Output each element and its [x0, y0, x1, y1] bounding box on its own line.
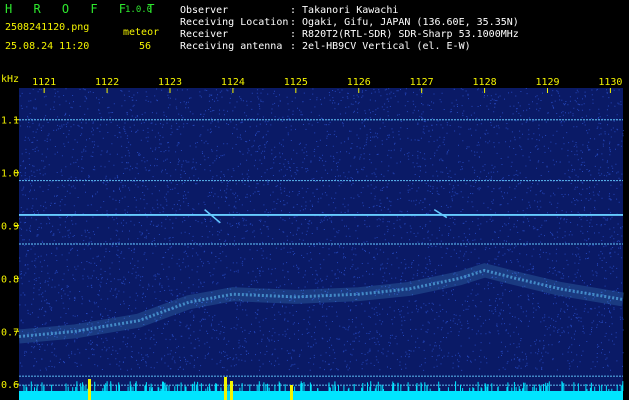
antenna-label: Receiving antenna [180, 41, 283, 52]
observer-value: : Takanori Kawachi [290, 5, 399, 16]
meteor-count: 56 [139, 41, 152, 52]
x-tick-label: 1121 [32, 77, 56, 88]
mode-label: meteor [123, 27, 160, 38]
y-tick-label: 1.1 [1, 116, 19, 127]
capture-datetime: 25.08.24 11:20 [5, 41, 90, 52]
level-meter-peak [230, 381, 233, 400]
header-panel: H R O F F T 1.0.0 2508241120.png meteor … [0, 0, 629, 60]
y-tick-label: 0.8 [1, 274, 19, 285]
location-label: Receiving Location [180, 17, 289, 28]
level-meter-peak [88, 379, 91, 400]
y-tick-label: 1.0 [1, 169, 19, 180]
antenna-value: : 2el-HB9CV Vertical (el. E-W) [290, 41, 471, 52]
x-tick-label: 1127 [410, 77, 434, 88]
level-meter-peak [224, 377, 227, 400]
y-tick-label: 0.6 [1, 380, 19, 391]
x-tick-label: 1129 [535, 77, 559, 88]
receiver-value: : R820T2(RTL-SDR) SDR-Sharp 53.1000MHz [290, 29, 519, 40]
y-axis-label: kHz [1, 74, 19, 85]
receiver-label: Receiver [180, 29, 229, 40]
level-meter-peak [290, 385, 293, 400]
file-name: 2508241120.png [5, 22, 90, 33]
x-tick-label: 1123 [158, 77, 182, 88]
x-tick-label: 1124 [221, 77, 245, 88]
spectrogram-chart: 1121 1122 1123 1124 1125 1126 1127 1128 1129 1130… [1, 74, 625, 400]
x-tick-label: 1128 [473, 77, 497, 88]
y-tick-label: 0.9 [1, 221, 19, 232]
app-version: 1.0.0 [125, 5, 153, 15]
x-tick-label: 1126 [347, 77, 371, 88]
y-axis-ticks: 1.1 1.0 0.9 0.8 0.7 0.6 [1, 116, 19, 391]
y-tick-label: 0.7 [1, 327, 19, 338]
location-value: : Ogaki, Gifu, JAPAN (136.60E, 35.35N) [290, 17, 519, 28]
level-meter-base [19, 391, 623, 400]
x-tick-label: 1122 [95, 77, 119, 88]
x-tick-label: 1125 [284, 77, 308, 88]
x-tick-label: 1130 [598, 77, 622, 88]
observer-label: Observer [180, 5, 229, 16]
